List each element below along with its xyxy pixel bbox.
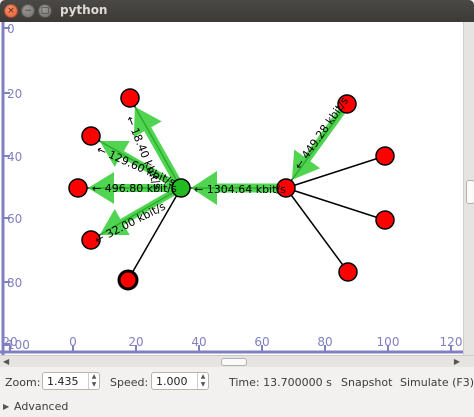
advanced-expander[interactable]: ▶ Advanced (0, 397, 474, 417)
x-tick-label: 80 (317, 335, 332, 349)
node-n-bottom[interactable] (117, 269, 139, 291)
time-readout: Time: 13.700000 s (229, 376, 332, 389)
title-bar: × − □ python (0, 0, 474, 22)
node-n-right-2[interactable] (375, 210, 395, 230)
expand-arrow-icon[interactable]: ▶ (3, 402, 9, 411)
close-icon[interactable]: × (4, 4, 18, 18)
topology-view[interactable]: 020406080100 20 0 20 40 60 80 100 120 ← 18.40 k… (0, 22, 463, 355)
node-n-right-1[interactable] (375, 146, 395, 166)
zoom-label: Zoom: (5, 376, 41, 389)
window-title: python (60, 3, 108, 17)
y-tick-label: 80 (7, 276, 22, 290)
node-n-top[interactable] (120, 88, 140, 108)
zoom-value[interactable]: 1.435 (47, 375, 79, 388)
advanced-label[interactable]: Advanced (14, 400, 68, 413)
y-tick-label: 20 (7, 87, 22, 101)
x-tick-label: 0 (69, 335, 77, 349)
flow-rate-label: ← 1304.64 kbit/s (194, 183, 286, 196)
network-canvas[interactable]: 0 20 40 60 80 100 20 0 20 40 60 80 100 120 ← 18.40 k… (0, 22, 463, 355)
x-tick-label: 60 (254, 335, 269, 349)
node-n-left[interactable] (68, 178, 88, 198)
x-tick-label: 20 (128, 335, 143, 349)
speed-spinner[interactable]: 1.000 ▲ ▼ (151, 372, 209, 390)
link-line (285, 187, 386, 221)
zoom-spinner-arrows[interactable]: ▲ ▼ (88, 373, 99, 389)
zoom-down-icon[interactable]: ▼ (89, 381, 99, 389)
x-tick-label: 120 (440, 335, 463, 349)
speed-spinner-arrows[interactable]: ▲ ▼ (197, 373, 208, 389)
maximize-icon[interactable]: □ (38, 4, 52, 18)
flow-rate-label: ← 32.00 kbit/s (92, 200, 168, 247)
vertical-scroll-thumb[interactable] (466, 180, 474, 204)
node-n-upper-left[interactable] (81, 126, 101, 146)
horizontal-scroll-thumb[interactable] (221, 358, 247, 366)
y-tick-label: 40 (7, 150, 22, 164)
speed-label: Speed: (110, 376, 149, 389)
scroll-left-icon[interactable]: ◀ (3, 356, 9, 367)
y-tick-label: 0 (7, 22, 15, 36)
y-tick-label: 60 (7, 212, 22, 226)
simulate-button[interactable]: Simulate (F3) (400, 376, 474, 389)
zoom-up-icon[interactable]: ▲ (89, 373, 99, 381)
node-n-bottom-right[interactable] (338, 262, 358, 282)
horizontal-scrollbar[interactable]: ◀ ▶ (0, 355, 474, 367)
link-line (285, 187, 349, 273)
speed-down-icon[interactable]: ▼ (198, 381, 208, 389)
flow-rate-label: ← 449.28 kbit/s (292, 95, 351, 172)
zoom-spinner[interactable]: 1.435 ▲ ▼ (42, 372, 100, 390)
x-tick-label: 100 (377, 335, 400, 349)
x-tick-label: 40 (191, 335, 206, 349)
speed-value[interactable]: 1.000 (156, 375, 188, 388)
speed-up-icon[interactable]: ▲ (198, 373, 208, 381)
scroll-right-icon[interactable]: ▶ (454, 356, 460, 367)
x-tick-label: 20 (2, 335, 17, 349)
snapshot-button[interactable]: Snapshot (341, 376, 392, 389)
vertical-scrollbar[interactable] (463, 22, 474, 355)
minimize-icon[interactable]: − (21, 4, 35, 18)
flow-rate-label: ← 496.80 kbit/s (92, 182, 177, 195)
toolbar: Zoom: 1.435 ▲ ▼ Speed: 1.000 ▲ ▼ Time: 1… (0, 367, 474, 397)
